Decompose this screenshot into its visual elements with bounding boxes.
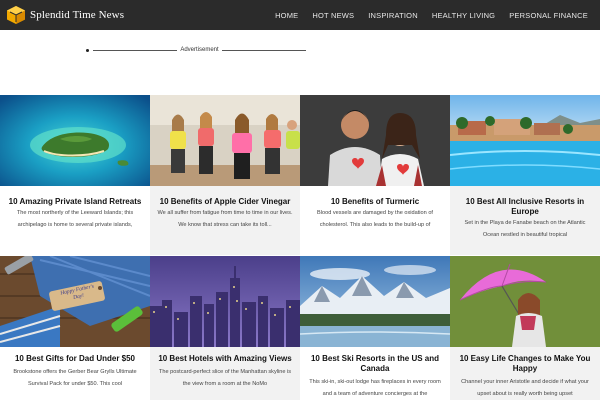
island-image[interactable] bbox=[0, 95, 150, 186]
article-title[interactable]: 10 Best Hotels with Amazing Views bbox=[154, 354, 296, 364]
article-excerpt: We all suffer from fatigue from time to … bbox=[157, 210, 293, 228]
divider-line bbox=[221, 49, 307, 51]
article-card[interactable]: 10 Best Hotels with Amazing Views The po… bbox=[150, 256, 300, 400]
ski-resort-image[interactable] bbox=[300, 256, 450, 347]
nav-inspiration[interactable]: INSPIRATION bbox=[368, 11, 418, 20]
article-excerpt: The postcard-perfect slice of the Manhat… bbox=[158, 369, 292, 387]
article-excerpt: The most northerly of the Leeward Island… bbox=[16, 210, 134, 228]
article-title[interactable]: 10 Amazing Private Island Retreats bbox=[4, 197, 146, 207]
article-excerpt: Set in the Playa de Fanabe beach on the … bbox=[464, 220, 586, 238]
article-card[interactable]: 10 Benefits of Turmeric Blood vessels ar… bbox=[300, 95, 450, 255]
couple-image[interactable] bbox=[300, 95, 450, 186]
article-title[interactable]: 10 Best All Inclusive Resorts in Europe bbox=[454, 197, 596, 217]
woman-umbrella-image[interactable] bbox=[450, 256, 600, 347]
manhattan-skyline-image[interactable] bbox=[150, 256, 300, 347]
article-excerpt: This ski-in, ski-out lodge has fireplace… bbox=[309, 379, 441, 397]
list-bullet bbox=[86, 48, 89, 52]
article-title[interactable]: 10 Benefits of Turmeric bbox=[304, 197, 446, 207]
article-excerpt: Channel your inner Aristotle and decide … bbox=[461, 379, 589, 397]
main-nav: HOME HOT NEWS INSPIRATION HEALTHY LIVING… bbox=[261, 0, 588, 30]
nav-home[interactable]: HOME bbox=[275, 11, 298, 20]
cube-logo-icon bbox=[7, 6, 25, 24]
nav-personal-finance[interactable]: PERSONAL FINANCE bbox=[509, 11, 588, 20]
site-logo[interactable]: Splendid Time News bbox=[6, 4, 124, 26]
article-title[interactable]: 10 Best Ski Resorts in the US and Canada bbox=[304, 354, 446, 374]
article-grid: 10 Amazing Private Island Retreats The m… bbox=[0, 95, 600, 400]
article-card[interactable]: 10 Benefits of Apple Cider Vinegar We al… bbox=[150, 95, 300, 255]
article-title[interactable]: 10 Easy Life Changes to Make You Happy bbox=[454, 354, 596, 374]
article-card[interactable]: 10 Amazing Private Island Retreats The m… bbox=[0, 95, 150, 255]
article-excerpt: Blood vessels are damaged by the oxidati… bbox=[317, 210, 433, 228]
top-navbar: Splendid Time News HOME HOT NEWS INSPIRA… bbox=[0, 0, 600, 30]
article-title[interactable]: 10 Benefits of Apple Cider Vinegar bbox=[154, 197, 296, 207]
article-card[interactable]: 10 Easy Life Changes to Make You Happy C… bbox=[450, 256, 600, 400]
article-title[interactable]: 10 Best Gifts for Dad Under $50 bbox=[4, 354, 146, 364]
article-card[interactable]: Happy Father's Day! 10 Best Gifts for Da… bbox=[0, 256, 150, 400]
article-card[interactable]: 10 Best Ski Resorts in the US and Canada… bbox=[300, 256, 450, 400]
divider-line bbox=[93, 49, 178, 51]
article-card[interactable]: 10 Best All Inclusive Resorts in Europe … bbox=[450, 95, 600, 255]
advertisement-label: Advertisement bbox=[180, 47, 219, 53]
site-brand-name: Splendid Time News bbox=[30, 9, 125, 21]
fitness-class-image[interactable] bbox=[150, 95, 300, 186]
nav-hot-news[interactable]: HOT NEWS bbox=[312, 11, 354, 20]
advertisement-divider: Advertisement bbox=[86, 45, 307, 55]
article-excerpt: Brookstone offers the Gerber Bear Grylls… bbox=[13, 369, 137, 387]
resort-pool-image[interactable] bbox=[450, 95, 600, 186]
nav-healthy-living[interactable]: HEALTHY LIVING bbox=[432, 11, 495, 20]
